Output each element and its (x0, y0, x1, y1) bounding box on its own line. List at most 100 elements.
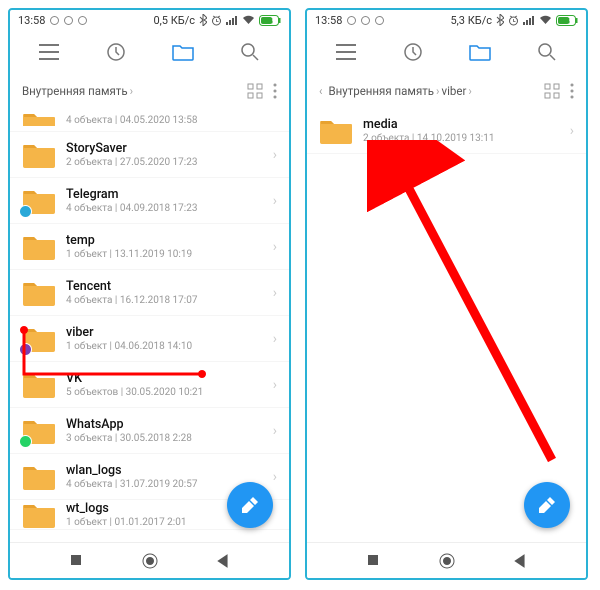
chevron-right-icon: › (273, 147, 277, 163)
status-network: 0,5 КБ/с (153, 14, 195, 27)
wifi-icon (242, 15, 255, 25)
phone-left: 13:58 0,5 КБ/с 54 Внутренняя память › 4 … (8, 8, 291, 580)
battery-icon: 54 (556, 15, 578, 26)
menu-icon[interactable] (38, 41, 60, 63)
view-grid-icon[interactable] (247, 83, 263, 99)
folder-meta: 3 объекта | 30.05.2018 2:28 (66, 433, 263, 444)
chevron-right-icon: › (273, 239, 277, 255)
folder-meta: 5 объектов | 30.05.2020 10:21 (66, 387, 263, 398)
status-network: 5,3 КБ/с (450, 14, 492, 27)
top-toolbar (307, 30, 586, 74)
chevron-right-icon: › (130, 84, 133, 98)
system-navbar (10, 542, 289, 578)
folder-meta: 4 объекта | 16.12.2018 17:07 (66, 295, 263, 306)
folder-name: Telegram (66, 187, 263, 202)
folder-name: media (363, 117, 560, 132)
bluetooth-icon (496, 14, 504, 26)
more-vert-icon[interactable] (570, 83, 574, 99)
status-time: 13:58 (18, 14, 45, 27)
chevron-right-icon: › (468, 84, 471, 98)
folder-icon (22, 325, 56, 353)
status-dot-icon (361, 16, 370, 25)
nav-recent-icon[interactable] (69, 553, 85, 569)
status-time: 13:58 (315, 14, 342, 27)
chevron-left-icon: ‹ (319, 84, 322, 98)
folder-icon (22, 141, 56, 169)
folder-icon (22, 233, 56, 261)
nav-back-icon[interactable] (512, 553, 528, 569)
status-dot-icon (375, 16, 384, 25)
folder-meta: 1 объект | 04.06.2018 14:10 (66, 341, 263, 352)
folder-name: temp (66, 233, 263, 248)
recent-icon[interactable] (105, 41, 127, 63)
folder-icon (22, 187, 56, 215)
folder-meta: 4 объекта | 04.09.2018 17:23 (66, 203, 263, 214)
folder-name: Tencent (66, 279, 263, 294)
svg-text:54: 54 (562, 17, 570, 25)
svg-text:54: 54 (265, 17, 273, 25)
alarm-icon (211, 15, 222, 26)
folder-icon (22, 463, 56, 491)
battery-icon: 54 (259, 15, 281, 26)
folder-row[interactable]: Tencent4 объекта | 16.12.2018 17:07 › (10, 270, 289, 316)
chevron-right-icon: › (273, 285, 277, 301)
folder-row[interactable]: VK5 объектов | 30.05.2020 10:21 › (10, 362, 289, 408)
recent-icon[interactable] (402, 41, 424, 63)
folder-name: WhatsApp (66, 417, 263, 432)
folder-icon (22, 371, 56, 399)
signal-icon (523, 15, 535, 25)
clean-fab[interactable] (524, 482, 570, 528)
chevron-right-icon: › (273, 377, 277, 393)
folder-name: VK (66, 371, 263, 386)
top-toolbar (10, 30, 289, 74)
chevron-right-icon: › (273, 193, 277, 209)
folder-row[interactable]: viber1 объект | 04.06.2018 14:10› (10, 316, 289, 362)
folder-name: wlan_logs (66, 463, 263, 478)
breadcrumb[interactable]: Внутренняя память › (10, 74, 289, 108)
folder-name: StorySaver (66, 141, 263, 156)
more-vert-icon[interactable] (273, 83, 277, 99)
chevron-right-icon: › (273, 469, 277, 485)
signal-icon (226, 15, 238, 25)
search-icon[interactable] (536, 41, 558, 63)
folder-icon (22, 417, 56, 445)
alarm-icon (508, 15, 519, 26)
folder-meta: 1 объект | 13.11.2019 10:19 (66, 249, 263, 260)
breadcrumb-root: Внутренняя память (328, 84, 434, 98)
view-grid-icon[interactable] (544, 83, 560, 99)
broom-icon (239, 494, 261, 516)
broom-icon (536, 494, 558, 516)
nav-back-icon[interactable] (215, 553, 231, 569)
folder-tab-icon[interactable] (172, 41, 194, 63)
nav-home-icon[interactable] (439, 553, 455, 569)
folder-row[interactable]: temp1 объект | 13.11.2019 10:19 › (10, 224, 289, 270)
folder-row[interactable]: StorySaver2 объекта | 27.05.2020 17:23› (10, 132, 289, 178)
bluetooth-icon (199, 14, 207, 26)
phone-right: 13:58 5,3 КБ/с 54 ‹ Внутренняя память › … (305, 8, 588, 580)
folder-row[interactable]: Telegram4 объекта | 04.09.2018 17:23 › (10, 178, 289, 224)
status-dot-icon (347, 16, 356, 25)
breadcrumb-root: Внутренняя память (22, 84, 128, 98)
menu-icon[interactable] (335, 41, 357, 63)
chevron-right-icon: › (436, 84, 439, 98)
status-dot-icon (78, 16, 87, 25)
folder-meta: 2 объекта | 14.10.2019 13:11 (363, 133, 560, 144)
folder-row[interactable]: WhatsApp3 объекта | 30.05.2018 2:28 › (10, 408, 289, 454)
folder-row[interactable]: 4 объекта | 04.05.2020 13:58 (10, 108, 289, 132)
search-icon[interactable] (239, 41, 261, 63)
nav-recent-icon[interactable] (366, 553, 382, 569)
breadcrumb[interactable]: ‹ Внутренняя память › viber › (307, 74, 586, 108)
breadcrumb-sub: viber (442, 84, 467, 98)
folder-icon (22, 501, 56, 529)
status-bar: 13:58 0,5 КБ/с 54 (10, 10, 289, 30)
chevron-right-icon: › (570, 123, 574, 139)
folder-meta: 4 объекта | 04.05.2020 13:58 (66, 115, 277, 126)
system-navbar (307, 542, 586, 578)
folder-row[interactable]: media2 объекта | 14.10.2019 13:11 › (307, 108, 586, 154)
chevron-right-icon: › (273, 331, 277, 347)
clean-fab[interactable] (227, 482, 273, 528)
folder-tab-icon[interactable] (469, 41, 491, 63)
folder-icon (22, 110, 56, 126)
nav-home-icon[interactable] (142, 553, 158, 569)
chevron-right-icon: › (273, 423, 277, 439)
